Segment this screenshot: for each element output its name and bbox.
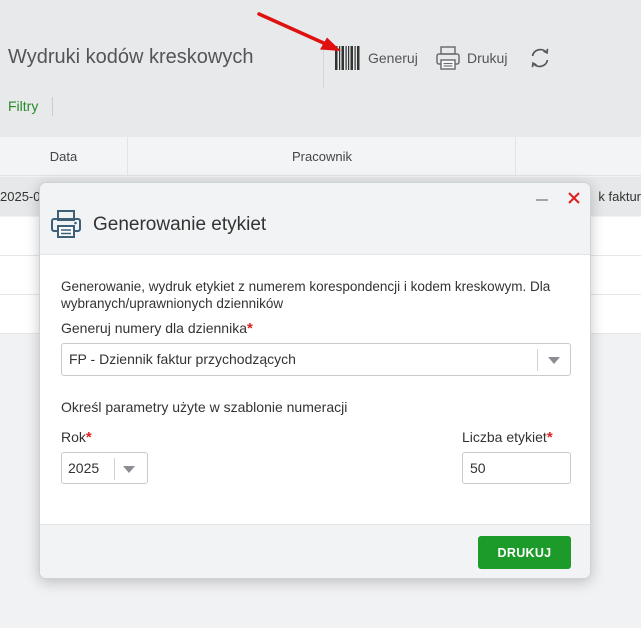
journal-selected-value: FP - Dziennik faktur przychodzących (69, 351, 296, 367)
year-select[interactable]: 2025 (61, 452, 148, 484)
journal-select[interactable]: FP - Dziennik faktur przychodzących (61, 343, 571, 376)
chevron-down-icon[interactable] (548, 357, 560, 364)
dialog-description: Generowanie, wydruk etykiet z numerem ko… (61, 279, 551, 311)
column-header-pracownik[interactable]: Pracownik (129, 137, 516, 176)
minimize-icon[interactable] (534, 191, 550, 207)
required-marker: * (247, 320, 253, 337)
barcode-icon (335, 46, 360, 70)
chevron-down-icon[interactable] (123, 466, 135, 473)
year-label-text: Rok (61, 429, 86, 445)
table-header: Data Pracownik (0, 137, 641, 176)
label-count-input[interactable] (462, 452, 571, 484)
dialog-title: Generowanie etykiet (93, 214, 267, 235)
required-marker: * (546, 429, 553, 446)
params-heading: Określ parametry użyte w szablonie numer… (61, 399, 348, 415)
print-button[interactable]: DRUKUJ (478, 536, 571, 569)
row-journal: k faktur (598, 189, 641, 204)
page-header: Wydruki kodów kreskowych Generuj Drukuj (0, 0, 641, 137)
close-icon[interactable] (566, 190, 582, 206)
generate-labels-dialog: Generowanie etykiet Generowanie, wydruk … (39, 182, 591, 579)
refresh-button[interactable] (528, 40, 552, 76)
page-title: Wydruki kodów kreskowych (8, 46, 254, 68)
printer-icon (436, 46, 460, 70)
year-field-label: Rok* (61, 429, 92, 447)
journal-label-text: Generuj numery dla dziennika (61, 320, 247, 336)
column-header-data[interactable]: Data (0, 137, 128, 176)
select-divider (537, 349, 538, 371)
journal-field-label: Generuj numery dla dziennika* (61, 320, 253, 338)
count-field-label: Liczba etykiet* (462, 429, 553, 447)
print-toolbar-button[interactable]: Drukuj (435, 40, 507, 76)
generate-label: Generuj (368, 50, 418, 66)
year-selected-value: 2025 (68, 460, 100, 476)
toolbar-divider (323, 40, 324, 88)
required-marker: * (85, 429, 92, 446)
select-divider (114, 458, 115, 480)
filters-divider (52, 97, 53, 116)
printer-icon (51, 210, 81, 238)
row-date: 2025-0 (0, 189, 40, 204)
count-label-text: Liczba etykiet (462, 429, 547, 445)
refresh-icon (531, 48, 549, 68)
generate-button[interactable]: Generuj (334, 40, 418, 76)
print-label: Drukuj (467, 50, 508, 66)
dialog-header: Generowanie etykiet (40, 183, 590, 255)
filters-link[interactable]: Filtry (8, 98, 38, 114)
dialog-footer: DRUKUJ (40, 524, 590, 578)
